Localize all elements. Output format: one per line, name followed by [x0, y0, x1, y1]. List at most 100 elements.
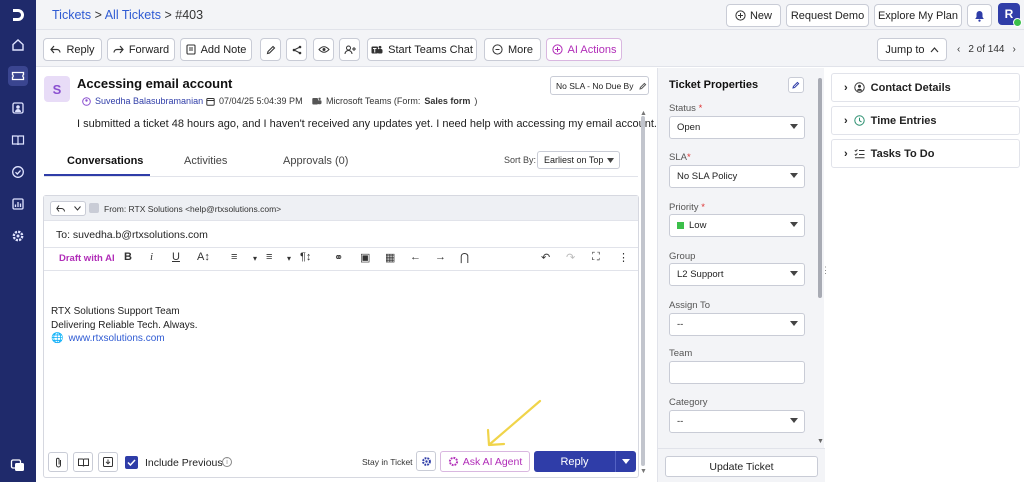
requester-name[interactable]: Suvedha Balasubramanian [95, 96, 203, 106]
tasks-to-do-section[interactable]: › Tasks To Do [831, 139, 1020, 168]
reply-button[interactable]: Reply [43, 38, 102, 61]
settings-icon[interactable] [8, 226, 28, 246]
sla-badge[interactable]: No SLA - No Due By [550, 76, 649, 95]
caret-down-icon [790, 321, 798, 326]
prev-ticket-icon[interactable]: ‹ [957, 44, 960, 55]
pencil-icon [266, 45, 275, 54]
caret-down-icon[interactable]: ▾ [287, 254, 291, 263]
contacts-icon[interactable] [8, 98, 28, 118]
action-toolbar: Reply Forward Add Note Start Teams Chat … [36, 30, 1024, 67]
tasks-icon[interactable] [8, 162, 28, 182]
home-icon[interactable] [8, 35, 28, 55]
outdent-icon[interactable]: ← [410, 251, 421, 263]
next-ticket-icon[interactable]: › [1013, 44, 1016, 55]
calendar-icon [206, 97, 215, 106]
gear-icon [421, 456, 431, 466]
more-button[interactable]: More [484, 38, 541, 61]
caret-down-icon [790, 418, 798, 423]
bullet-list-icon[interactable]: ≡ [266, 251, 272, 263]
edit-button[interactable] [260, 38, 281, 61]
draft-with-ai-button[interactable]: Draft with AI [59, 253, 115, 264]
signature-link[interactable]: 🌐 www.rtxsolutions.com [51, 333, 165, 344]
priority-select[interactable]: Low [669, 214, 805, 237]
breadcrumb-all-tickets[interactable]: All Tickets [105, 8, 161, 22]
more-options-icon[interactable]: ⋮ [618, 251, 629, 264]
send-reply-button[interactable]: Reply [534, 451, 615, 472]
ai-actions-button[interactable]: AI Actions [546, 38, 622, 61]
conversation-scrollbar[interactable] [641, 116, 645, 466]
new-button[interactable]: New [726, 4, 781, 27]
scroll-down-icon[interactable]: ▼ [640, 468, 647, 475]
fullscreen-icon[interactable]: ⛶ [592, 251, 600, 264]
reply-mode-toggle[interactable] [50, 201, 86, 216]
table-icon[interactable]: ▦ [385, 251, 395, 264]
contact-details-section[interactable]: › Contact Details [831, 73, 1020, 102]
chevron-down-icon [73, 206, 81, 211]
share-button[interactable] [286, 38, 307, 61]
scroll-down-icon[interactable]: ▼ [817, 438, 824, 445]
category-select[interactable]: -- [669, 410, 805, 433]
jump-to-button[interactable]: Jump to [877, 38, 947, 61]
time-entries-section[interactable]: › Time Entries [831, 106, 1020, 135]
add-note-button[interactable]: Add Note [180, 38, 252, 61]
link-icon[interactable]: ⚭ [334, 251, 343, 264]
explore-plan-button[interactable]: Explore My Plan [874, 4, 962, 27]
bold-icon[interactable]: B [124, 251, 132, 263]
tab-conversations[interactable]: Conversations [67, 155, 143, 167]
paragraph-icon[interactable]: ¶↕ [300, 251, 311, 263]
teams-icon [312, 97, 322, 104]
canned-response-button[interactable] [98, 452, 118, 472]
reply-options-button[interactable] [615, 451, 636, 472]
reply-arrow-icon [50, 45, 62, 54]
group-select[interactable]: L2 Support [669, 263, 805, 286]
team-field[interactable] [669, 361, 805, 384]
request-demo-button[interactable]: Request Demo [786, 4, 869, 27]
status-label-text: Status [669, 103, 696, 114]
indent-icon[interactable]: → [435, 251, 446, 263]
knowledge-insert-button[interactable] [73, 452, 93, 472]
ticket-pager: ‹ 2 of 144 › [957, 44, 1016, 55]
info-icon[interactable]: i [222, 457, 232, 467]
forward-button[interactable]: Forward [107, 38, 175, 61]
contact-icon [853, 82, 865, 93]
italic-icon[interactable]: i [150, 251, 153, 263]
update-ticket-button[interactable]: Update Ticket [665, 456, 818, 477]
watch-button[interactable] [313, 38, 334, 61]
tab-approvals[interactable]: Approvals (0) [283, 155, 348, 167]
redo-icon[interactable]: ↷ [566, 251, 575, 264]
include-previous-checkbox[interactable] [125, 456, 138, 469]
breadcrumb-tickets[interactable]: Tickets [52, 8, 91, 22]
edit-properties-button[interactable] [788, 77, 804, 93]
from-avatar [89, 203, 99, 213]
breadcrumb-separator: > [164, 8, 172, 22]
sort-select[interactable]: Earliest on Top [537, 151, 620, 169]
sla-select[interactable]: No SLA Policy [669, 165, 805, 188]
splitter-handle-right[interactable]: ⋮ [821, 265, 830, 276]
breadcrumb-separator: > [94, 8, 102, 22]
start-teams-chat-button[interactable]: Start Teams Chat [367, 38, 477, 61]
scroll-up-icon[interactable]: ▲ [640, 110, 647, 117]
undo-icon[interactable]: ↶ [541, 251, 550, 264]
insert-icon[interactable]: ⋂ [460, 251, 469, 264]
underline-icon[interactable]: U [172, 251, 180, 263]
logo-icon[interactable] [8, 5, 28, 25]
reports-icon[interactable] [8, 194, 28, 214]
knowledge-base-icon[interactable] [8, 130, 28, 150]
assign-select[interactable]: -- [669, 313, 805, 336]
numbered-list-icon[interactable]: ≡ [231, 251, 237, 263]
caret-down-icon[interactable]: ▾ [253, 254, 257, 263]
notifications-button[interactable] [967, 4, 992, 27]
stay-in-ticket-settings-button[interactable] [416, 451, 436, 471]
tickets-icon[interactable] [8, 66, 28, 86]
annotation-arrow-icon [486, 399, 542, 447]
editor-to[interactable]: To: suvedha.b@rtxsolutions.com [56, 229, 208, 241]
font-size-icon[interactable]: A↕ [197, 251, 210, 263]
image-icon[interactable]: ▣ [360, 251, 370, 264]
attach-button[interactable] [48, 452, 68, 472]
status-select[interactable]: Open [669, 116, 805, 139]
add-user-button[interactable] [339, 38, 360, 61]
tab-activities[interactable]: Activities [184, 155, 227, 167]
caret-down-icon [790, 124, 798, 129]
ask-ai-agent-button[interactable]: Ask AI Agent [440, 451, 530, 472]
chat-icon[interactable] [8, 455, 28, 475]
